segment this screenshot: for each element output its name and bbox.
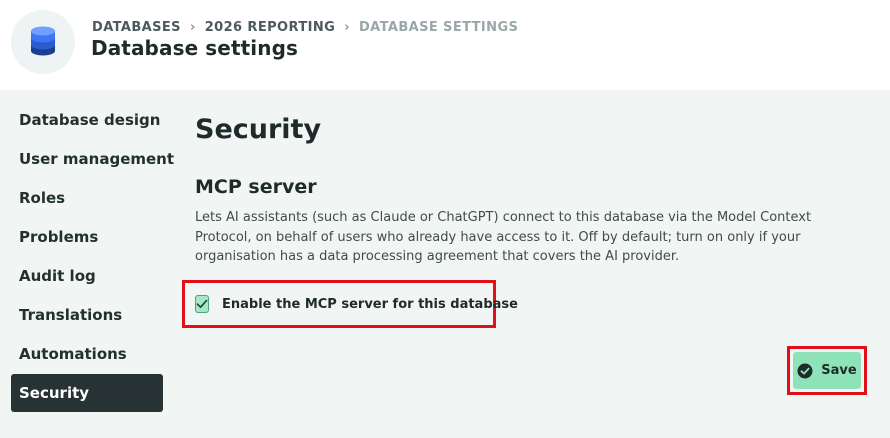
settings-sidebar: Database design User management Roles Pr… [11,101,174,412]
security-panel: Security MCP server Lets AI assistants (… [182,112,875,328]
save-button[interactable]: Save [793,352,861,389]
mcp-enable-checkbox[interactable] [195,295,209,313]
breadcrumb: DATABASES › 2026 REPORTING › DATABASE SE… [92,18,518,36]
database-avatar [11,10,75,74]
sidebar-item-translations[interactable]: Translations [11,296,163,335]
sidebar-item-security[interactable]: Security [11,374,163,412]
check-circle-icon [797,363,813,378]
sidebar-item-database-design[interactable]: Database design [11,101,163,140]
save-button-label: Save [821,363,857,378]
page-header: DATABASES › 2026 REPORTING › DATABASE SE… [0,0,890,90]
chevron-right-icon: › [189,19,196,35]
section-title: Security [195,114,322,145]
save-button-highlight: Save [787,346,867,395]
settings-body: Database design User management Roles Pr… [0,90,890,438]
sidebar-item-problems[interactable]: Problems [11,218,163,257]
mcp-server-heading: MCP server [195,176,317,198]
database-icon [31,26,55,56]
page-title: Database settings [91,36,299,60]
sidebar-item-automations[interactable]: Automations [11,335,163,374]
mcp-enable-label: Enable the MCP server for this database [222,296,518,312]
breadcrumb-databases[interactable]: DATABASES [92,20,181,35]
checkmark-icon [196,299,208,309]
sidebar-item-audit-log[interactable]: Audit log [11,257,163,296]
chevron-right-icon: › [344,19,350,35]
sidebar-item-user-management[interactable]: User management [11,140,174,179]
breadcrumb-2026-reporting[interactable]: 2026 REPORTING [205,20,335,35]
breadcrumb-database-settings: DATABASE SETTINGS [358,19,519,35]
mcp-server-description: Lets AI assistants (such as Claude or Ch… [195,210,812,264]
sidebar-item-roles[interactable]: Roles [11,179,163,218]
mcp-enable-option[interactable]: Enable the MCP server for this database [182,280,518,328]
